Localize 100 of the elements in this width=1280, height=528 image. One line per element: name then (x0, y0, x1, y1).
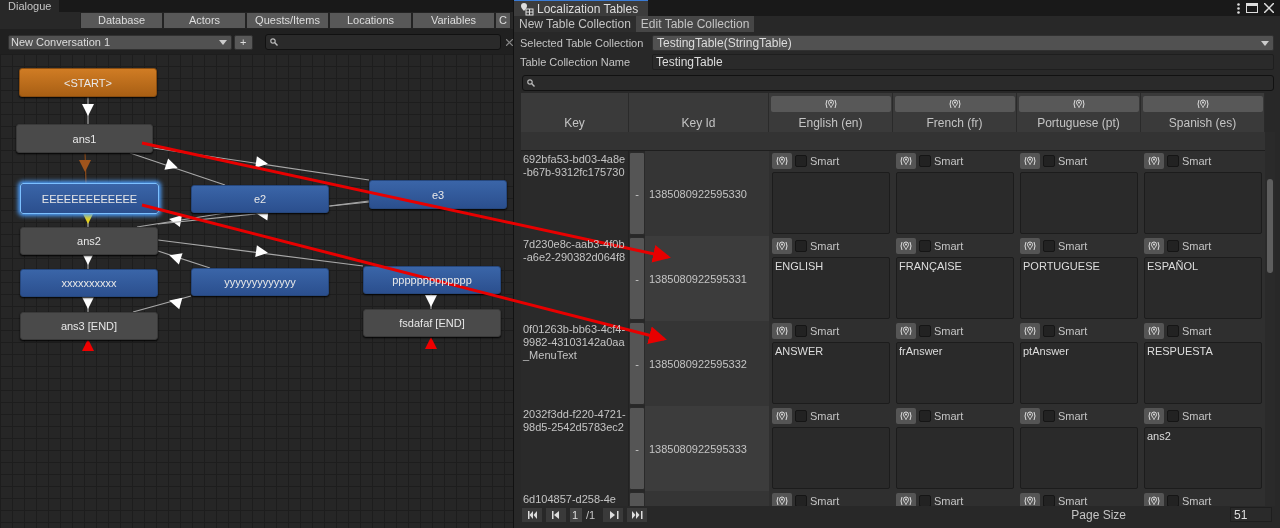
smart-checkbox[interactable] (1167, 240, 1179, 252)
smart-checkbox[interactable] (1043, 410, 1055, 422)
smart-checkbox[interactable] (919, 495, 931, 506)
dialogue-node[interactable]: xxxxxxxxxx (20, 269, 158, 297)
locale-button[interactable] (1144, 323, 1164, 339)
database-tab[interactable]: Quests/Items (246, 12, 329, 29)
localize-icon (1148, 410, 1160, 422)
smart-checkbox[interactable] (1043, 155, 1055, 167)
smart-checkbox[interactable] (1167, 325, 1179, 337)
smart-checkbox[interactable] (919, 410, 931, 422)
locale-button[interactable] (772, 408, 792, 424)
locale-button[interactable] (1020, 238, 1040, 254)
smart-checkbox[interactable] (1043, 240, 1055, 252)
page-total: /1 (586, 508, 596, 521)
key-cell: 6d104857-d258-4e (521, 491, 629, 506)
remove-key-button[interactable]: - (629, 152, 645, 235)
next-page-button[interactable] (603, 507, 624, 522)
checkbox-label: Smart (1182, 325, 1212, 337)
smart-checkbox[interactable] (795, 155, 807, 167)
locale-button[interactable] (896, 238, 916, 254)
translation-field[interactable]: ANSWER (772, 342, 890, 404)
search-field[interactable] (522, 75, 1274, 91)
translation-field[interactable]: ans2 (1144, 427, 1262, 489)
translation-field[interactable]: FRANÇAISE (896, 257, 1014, 319)
column-header: French (fr) (926, 116, 983, 130)
checkbox-label: Smart (934, 410, 964, 422)
remove-key-button[interactable]: - (629, 322, 645, 405)
add-conversation-button[interactable]: + (233, 34, 253, 50)
checkbox-label: Smart (934, 240, 964, 252)
database-tab[interactable]: Variables (412, 12, 495, 29)
smart-checkbox[interactable] (795, 410, 807, 422)
translation-field[interactable]: PORTUGUESE (1020, 257, 1138, 319)
smart-checkbox[interactable] (919, 325, 931, 337)
collection-tab[interactable]: New Table Collection (514, 16, 636, 32)
remove-key-button[interactable]: - (629, 407, 645, 490)
menu-icon[interactable] (1237, 2, 1240, 14)
dialogue-node[interactable]: <START> (19, 68, 157, 97)
page-size-field[interactable]: 51 (1230, 507, 1272, 522)
translation-field[interactable]: RESPUESTA (1144, 342, 1262, 404)
locale-button[interactable] (1020, 323, 1040, 339)
locale-button[interactable] (772, 153, 792, 169)
smart-checkbox[interactable] (919, 155, 931, 167)
table-collection-dropdown[interactable]: TestingTable(StringTable) (652, 35, 1274, 51)
smart-checkbox[interactable] (919, 240, 931, 252)
previous-page-button[interactable] (546, 507, 566, 522)
remove-key-button[interactable]: - (629, 237, 645, 320)
translation-field[interactable]: ESPAÑOL (1144, 257, 1262, 319)
locale-button[interactable] (1020, 153, 1040, 169)
database-tab[interactable]: C (495, 12, 511, 29)
dialogue-node[interactable]: ans1 (16, 124, 153, 153)
conversation-dropdown[interactable]: New Conversation 1 (8, 34, 232, 50)
smart-checkbox[interactable] (795, 495, 807, 506)
translation-field[interactable]: ENGLISH (772, 257, 890, 319)
database-tab[interactable]: Database (80, 12, 163, 29)
locale-button[interactable] (1020, 493, 1040, 506)
smart-checkbox[interactable] (1167, 155, 1179, 167)
locale-button[interactable] (1144, 153, 1164, 169)
locale-button[interactable] (1144, 493, 1164, 506)
last-page-button[interactable] (627, 507, 648, 522)
database-tab[interactable]: Actors (163, 12, 246, 29)
locale-button[interactable] (1020, 408, 1040, 424)
column-header: Portuguese (pt) (1037, 116, 1120, 130)
dialogue-node[interactable]: yyyyyyyyyyyyy (191, 268, 329, 296)
key-id-cell: 1385080922595331 (645, 236, 769, 321)
dialogue-node[interactable]: ans3 [END] (20, 312, 158, 340)
dialogue-node[interactable]: e3 (369, 180, 507, 209)
dialogue-node[interactable]: ans2 (20, 227, 158, 255)
smart-checkbox[interactable] (795, 240, 807, 252)
localize-icon (824, 98, 837, 110)
dialogue-node[interactable]: fsdafaf [END] (363, 309, 501, 337)
locale-button[interactable] (896, 153, 916, 169)
dialogue-node[interactable]: e2 (191, 185, 329, 213)
dialogue-node[interactable]: EEEEEEEEEEEEE (20, 183, 159, 214)
locale-button[interactable] (1144, 238, 1164, 254)
database-tab[interactable]: Locations (329, 12, 412, 29)
collection-tab[interactable]: Edit Table Collection (635, 16, 755, 32)
localize-icon (900, 155, 912, 167)
maximize-icon[interactable] (1246, 3, 1258, 13)
window-tab[interactable]: Dialogue (0, 0, 60, 12)
translation-field[interactable]: frAnswer (896, 342, 1014, 404)
first-page-button[interactable] (522, 507, 542, 522)
smart-checkbox[interactable] (1043, 495, 1055, 506)
localize-icon (900, 325, 912, 337)
locale-button[interactable] (896, 323, 916, 339)
smart-checkbox[interactable] (1167, 410, 1179, 422)
translation-field[interactable]: ptAnswer (1020, 342, 1138, 404)
search-field[interactable] (264, 34, 502, 50)
smart-checkbox[interactable] (795, 325, 807, 337)
locale-button[interactable] (772, 238, 792, 254)
localize-icon (900, 240, 912, 252)
collection-name-field[interactable]: TestingTable (652, 54, 1274, 70)
locale-button[interactable] (772, 323, 792, 339)
locale-button[interactable] (896, 408, 916, 424)
locale-button[interactable] (1144, 408, 1164, 424)
checkbox-label: Smart (1058, 410, 1088, 422)
locale-button[interactable] (772, 493, 792, 506)
page-field[interactable]: 1 (570, 507, 582, 522)
smart-checkbox[interactable] (1167, 495, 1179, 506)
locale-button[interactable] (896, 493, 916, 506)
smart-checkbox[interactable] (1043, 325, 1055, 337)
